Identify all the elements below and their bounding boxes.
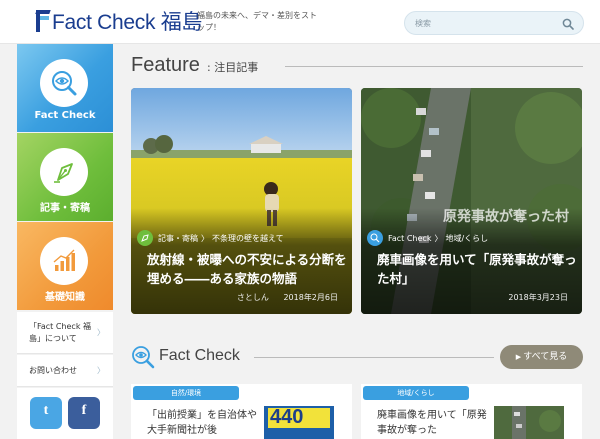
category-tag: 自然/環境	[133, 386, 239, 400]
search-icon[interactable]	[562, 18, 574, 30]
card-category-label: Fact Check	[388, 233, 432, 243]
card-meta: さとしん 2018年2月6日	[237, 292, 338, 303]
chevron-right-icon: 〉	[97, 366, 105, 375]
feature-title-en: Feature	[131, 54, 200, 76]
facebook-button[interactable]: f	[68, 397, 100, 429]
card-meta: 2018年3月23日	[508, 292, 568, 303]
magnifier-eye-icon	[367, 230, 383, 246]
card-title: 廃車画像を用いて「原発事故が奪った村」	[377, 252, 577, 286]
sidebar-category-label: 基礎知識	[45, 292, 85, 303]
site-logo[interactable]: Fact Check 福島	[35, 8, 203, 34]
card-date: 2018年2月6日	[283, 293, 338, 302]
category-icon-circle	[40, 237, 88, 285]
card-title: 放射線・被曝への不安による分断を埋める――ある家族の物語	[147, 252, 347, 286]
breadcrumb-separator: 〉	[201, 233, 209, 243]
pen-nib-icon	[137, 230, 153, 246]
chevron-right-icon: 〉	[97, 328, 105, 337]
card-category-label: 記事・寄稿	[158, 233, 198, 243]
search-input[interactable]	[415, 16, 555, 31]
card-subcategory-label: 不条理の壁を越えて	[212, 233, 284, 243]
card-title: 「出前授業」を自治体や大手新聞社が後	[147, 410, 257, 436]
sidebar-category-label: Fact Check	[34, 110, 96, 121]
image-caption-text: 原発事故が奪った村	[443, 209, 569, 225]
category-tag: 地域/くらし	[363, 386, 469, 400]
sidebar-link-label: お問い合わせ	[29, 366, 77, 375]
card-author: さとしん	[236, 293, 269, 302]
sidebar: Fact Check 記事・寄稿 基礎知識 「Fact Check 福島」につい	[17, 44, 113, 439]
bar-chart-icon	[53, 249, 75, 271]
feature-card[interactable]: 記事・寄稿 〉 不条理の壁を越えて 放射線・被曝への不安による分断を埋める――あ…	[131, 88, 352, 314]
logo-mark-icon	[35, 10, 51, 32]
twitter-button[interactable]: t	[30, 397, 62, 429]
divider	[285, 66, 583, 67]
magnifier-eye-icon	[52, 71, 77, 96]
sidebar-link-label: 「Fact Check 福島」について	[29, 322, 91, 343]
fact-check-card[interactable]: 地域/くらし 廃車画像を用いて「原発事故が奪った	[361, 384, 582, 439]
fact-check-card[interactable]: 自然/環境 「出前授業」を自治体や大手新聞社が後 440	[131, 384, 352, 439]
social-links: t f	[17, 388, 113, 439]
card-date: 2018年3月23日	[508, 293, 568, 302]
facebook-icon: f	[81, 403, 87, 418]
pen-nib-icon	[54, 163, 73, 183]
magnifier-eye-icon	[132, 346, 155, 369]
search-box	[404, 11, 584, 35]
feature-card[interactable]: 原発事故が奪った村 Fact Check 〉 地域/くらし 廃車画像を用いて「原…	[361, 88, 582, 314]
article-thumbnail	[494, 406, 564, 439]
card-subcategory-label: 地域/くらし	[445, 233, 489, 243]
sidebar-link-contact[interactable]: お問い合わせ 〉	[17, 355, 113, 387]
see-all-label: すべて見る	[523, 352, 568, 362]
site-tagline: 福島の未来へ、デマ・差別をストップ！	[197, 11, 317, 32]
logo-text: Fact Check 福島	[52, 11, 203, 34]
feature-title-jp: : 注目記事	[207, 61, 259, 74]
card-category: 記事・寄稿 〉 不条理の壁を越えて	[137, 229, 284, 247]
twitter-icon: t	[43, 403, 49, 418]
category-icon-circle	[40, 59, 88, 107]
sidebar-link-about[interactable]: 「Fact Check 福島」について 〉	[17, 312, 113, 354]
thumbnail-text: 440	[270, 406, 304, 428]
sidebar-category-articles[interactable]: 記事・寄稿	[17, 133, 113, 221]
see-all-button[interactable]: ▶ すべて見る	[500, 345, 583, 369]
card-category: Fact Check 〉 地域/くらし	[367, 229, 488, 247]
divider	[254, 357, 494, 358]
sidebar-category-fact-check[interactable]: Fact Check	[17, 44, 113, 132]
article-thumbnail: 440	[264, 406, 334, 439]
feature-section-title: Feature : 注目記事	[131, 54, 258, 78]
sidebar-category-basics[interactable]: 基礎知識	[17, 222, 113, 310]
fact-check-title: Fact Check	[159, 347, 240, 364]
breadcrumb-separator: 〉	[434, 233, 443, 243]
card-title: 廃車画像を用いて「原発事故が奪った	[377, 410, 487, 436]
sidebar-category-label: 記事・寄稿	[40, 203, 90, 214]
category-icon-circle	[40, 148, 88, 196]
site-header: Fact Check 福島 福島の未来へ、デマ・差別をストップ！	[0, 0, 600, 44]
